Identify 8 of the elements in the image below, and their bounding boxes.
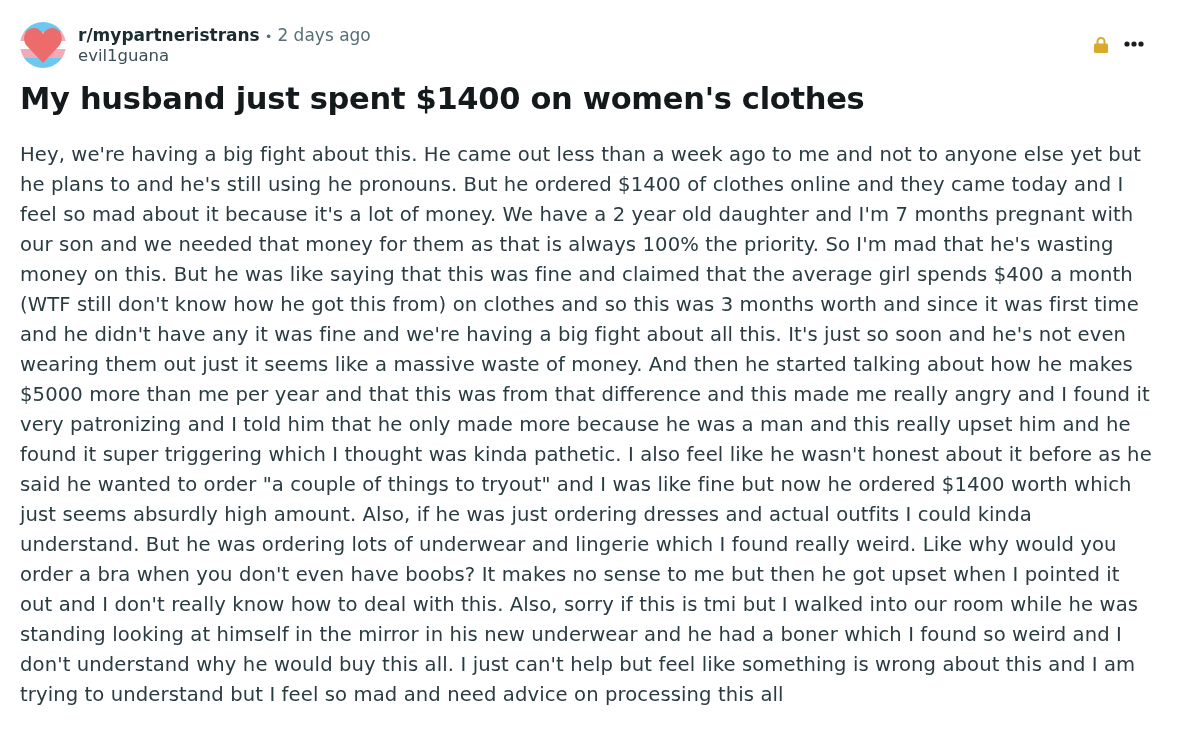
post-title: My husband just spent $1400 on women's clothes: [20, 80, 866, 118]
author-link[interactable]: evil1guana: [78, 46, 170, 65]
post-body: Hey, we're having a big fight about this. He came out less than a week ago to me and not to anyone else yet but he plans to and he's still using he pronouns. But he ordered $1400 of clothes online and they came today and I feel so mad about it because it's a lot of money. We have a 2 year old daughter and I'm 7 months pregnant with our son and we needed that money for them as that is always 100% the priority. So I'm mad that he's wasting money on this. But he was like saying that this was fine and claimed that the average girl spends $400 a month (WTF still don't know how he got this from) on clothes and so this was 3 months worth and since it was first time and he didn't have any it was fine and we're having a big fight about all this. It's just so soon and he's not even wearing them out just it seems like a massive waste of money. And then he started talking about how he makes $5000 more than me per year and that this was from that difference and this made me really angry and I found it very patronizing and I told him that he only made more because he was a man and this really upset him and he found it super triggering which I thought was kinda pathetic. I also feel like he wasn't honest about it before as he said he wanted to order "a couple of things to tryout" and I was like fine but now he ordered $1400 worth which just seems absurdly high amount. Also, if he was just ordering dresses and actual outfits I could kinda understand. But he was ordering lots of underwear and lingerie which I found really weird. Like why would you order a bra when you don't even have boobs? It makes no sense to me but then he got upset when I pointed it out and I don't really know how to deal with this. Also, sorry if this is tmi but I walked into our room while he was standing looking at himself in the mirror in his new underwear and he had a boner which I found so weird and I don't understand why he would buy this all. I just can't help but feel like something is wrong about this and I am trying to understand but I feel so mad and need advice on processing this all: [20, 142, 1153, 708]
heart-avatar-icon[interactable]: [20, 22, 66, 68]
separator-dot: •: [264, 29, 273, 44]
more-options-icon[interactable]: [1124, 41, 1144, 47]
post-time: 2 days ago: [277, 25, 371, 45]
community-link[interactable]: r/mypartneristrans: [78, 25, 260, 45]
